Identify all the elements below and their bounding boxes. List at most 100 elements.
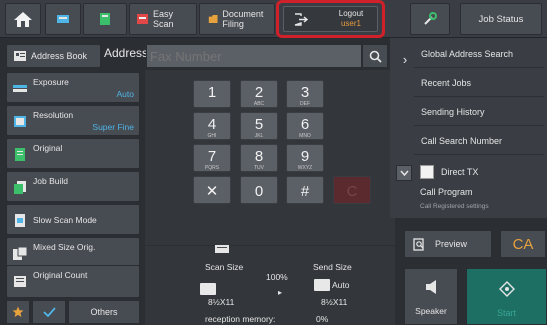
resolution-button[interactable]: Resolution Super Fine <box>6 105 140 136</box>
home-button[interactable] <box>5 3 41 35</box>
resolution-value: Super Fine <box>92 122 134 132</box>
start-icon <box>499 281 515 297</box>
check-button[interactable] <box>32 300 66 324</box>
easy-scan-icon <box>137 14 148 24</box>
key-6[interactable]: 6 MNO <box>286 112 324 140</box>
logout-text: Logout user1 <box>328 9 374 29</box>
arrow-icon: ▸ <box>278 288 283 297</box>
fax-number-input[interactable] <box>146 44 362 68</box>
key-letters: MNO <box>299 133 311 139</box>
tab-fax[interactable] <box>45 3 81 35</box>
call-program-item[interactable]: Call Program <box>420 187 473 197</box>
key-hash[interactable]: # <box>286 176 324 204</box>
ca-button[interactable]: CA <box>500 230 546 258</box>
ratio-value: 100% <box>266 272 288 282</box>
key-letters: GHI <box>207 133 217 139</box>
home-icon <box>14 11 32 27</box>
document-filing-icon <box>208 15 218 23</box>
key-number: # <box>300 183 310 200</box>
call-registered-item[interactable]: Call Registered settings <box>420 203 489 210</box>
preview-icon <box>413 237 424 251</box>
job-build-label: Job Build <box>33 176 68 186</box>
original-count-label: Original Count <box>33 270 88 280</box>
job-build-button[interactable]: Job Build <box>6 171 140 202</box>
slow-scan-mode-label: Slow Scan Mode <box>33 215 97 225</box>
direct-tx-checkbox[interactable]: Direct TX <box>420 163 544 181</box>
logout-label: Logout <box>338 9 364 18</box>
favorite-button[interactable] <box>6 300 30 324</box>
call-search-number-item[interactable]: Call Search Number <box>414 127 544 155</box>
scan-paper-icon[interactable] <box>200 283 216 295</box>
fax-mode-icon <box>57 15 69 23</box>
key-number: ✕ <box>205 183 219 200</box>
key-9[interactable]: 9 WXYZ <box>286 144 324 172</box>
key-number: 6 <box>300 116 310 133</box>
key-letters: ABC <box>253 101 265 107</box>
logout-button[interactable]: Logout user1 <box>283 6 378 32</box>
chevron-down-icon <box>399 170 409 176</box>
original-icon <box>15 148 25 161</box>
resolution-icon <box>14 116 26 127</box>
speaker-icon <box>426 280 436 294</box>
scroll-down-button[interactable] <box>396 165 412 181</box>
preview-label: Preview <box>435 239 468 249</box>
toolbar-settings-button[interactable] <box>410 3 450 35</box>
job-status-button[interactable]: Job Status <box>460 3 542 35</box>
key-8[interactable]: 8 TUV <box>240 144 278 172</box>
tab-document-filing[interactable]: Document Filing <box>199 3 275 35</box>
key-pause[interactable]: ✕ <box>193 176 231 204</box>
mixed-size-icon <box>13 247 27 260</box>
logout-highlight: Logout user1 <box>276 0 385 38</box>
checkmark-icon <box>42 307 56 317</box>
sending-history-item[interactable]: Sending History <box>414 98 544 126</box>
original-label: Original <box>33 143 63 153</box>
exposure-button[interactable]: Exposure Auto <box>6 72 140 103</box>
clear-button[interactable]: C <box>333 176 371 204</box>
tab-document-filing-label: Document Filing <box>222 9 264 29</box>
search-icon <box>369 50 382 63</box>
recent-jobs-item[interactable]: Recent Jobs <box>414 69 544 97</box>
search-button[interactable] <box>362 44 388 68</box>
speaker-label: Speaker <box>415 306 447 316</box>
exposure-label: Exposure <box>33 77 69 87</box>
key-number: 5 <box>254 116 264 133</box>
start-button[interactable]: Start <box>466 268 547 325</box>
key-letters: TUV <box>254 165 264 171</box>
key-number: 3 <box>300 84 310 101</box>
key-number: 8 <box>254 148 264 165</box>
direct-tx-label: Direct TX <box>441 167 479 177</box>
star-icon <box>12 306 24 317</box>
tab-easy-scan[interactable]: Easy Scan <box>129 3 197 35</box>
key-number: 0 <box>254 183 264 200</box>
original-button[interactable]: Original <box>6 138 140 169</box>
original-count-button[interactable]: Original Count <box>6 265 140 298</box>
key-1[interactable]: 1 <box>193 80 231 108</box>
tab-easy-scan-label: Easy Scan <box>153 9 174 29</box>
mixed-size-orig-button[interactable]: Mixed Size Orig. <box>6 237 140 268</box>
key-number: C <box>346 183 358 200</box>
memory-label: reception memory: <box>205 314 276 324</box>
send-paper-icon[interactable] <box>314 279 330 291</box>
key-5[interactable]: 5 JKL <box>240 112 278 140</box>
address-book-button[interactable]: Address Book <box>6 44 101 68</box>
key-number: 1 <box>207 84 217 101</box>
send-size-label: Send Size <box>313 262 352 272</box>
key-4[interactable]: 4 GHI <box>193 112 231 140</box>
key-0[interactable]: 0 <box>240 176 278 204</box>
tab-scan[interactable] <box>83 3 127 35</box>
key-3[interactable]: 3 DEF <box>286 80 324 108</box>
address-book-label: Address Book <box>31 51 88 61</box>
key-number: 4 <box>207 116 217 133</box>
scan-paper-size: 8½X11 <box>208 297 235 307</box>
others-button[interactable]: Others <box>68 300 140 324</box>
key-2[interactable]: 2 ABC <box>240 80 278 108</box>
send-paper-size: 8½X11 <box>321 297 348 307</box>
slow-scan-mode-button[interactable]: Slow Scan Mode <box>6 204 140 235</box>
speaker-button[interactable]: Speaker <box>404 268 458 325</box>
checkbox[interactable] <box>420 165 434 179</box>
collapse-panel-chevron-icon[interactable]: › <box>396 44 414 74</box>
preview-button[interactable]: Preview <box>404 230 492 258</box>
global-address-search-item[interactable]: Global Address Search <box>414 40 544 68</box>
key-number: 2 <box>254 84 264 101</box>
key-7[interactable]: 7 PQRS <box>193 144 231 172</box>
